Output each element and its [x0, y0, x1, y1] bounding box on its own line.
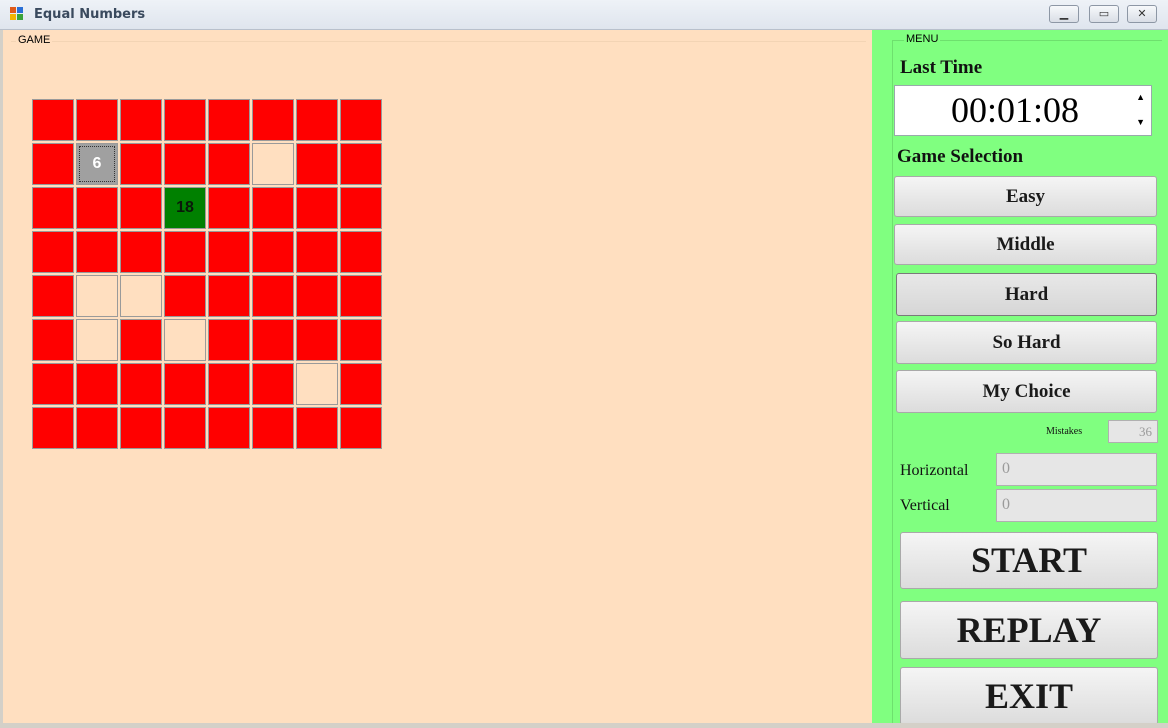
grid-cell-1-6[interactable]	[296, 143, 338, 185]
easy-button[interactable]: Easy	[894, 176, 1157, 217]
grid-cell-7-2[interactable]	[120, 407, 162, 449]
close-icon[interactable]: ✕	[1127, 5, 1157, 23]
menu-group-border-left	[892, 40, 893, 723]
grid-cell-0-4[interactable]	[208, 99, 250, 141]
grid-cell-0-0[interactable]	[32, 99, 74, 141]
vertical-input[interactable]: 0	[996, 489, 1157, 522]
grid-cell-6-7[interactable]	[340, 363, 382, 405]
grid-cell-5-4[interactable]	[208, 319, 250, 361]
grid-cell-1-0[interactable]	[32, 143, 74, 185]
grid-cell-5-1	[76, 319, 118, 361]
grid-cell-4-5[interactable]	[252, 275, 294, 317]
grid-cell-3-3[interactable]	[164, 231, 206, 273]
grid-cell-5-3	[164, 319, 206, 361]
title-bar: Equal Numbers ▁ ▭ ✕	[0, 0, 1168, 30]
grid-cell-3-4[interactable]	[208, 231, 250, 273]
menu-panel: MENU Last Time 00:01:08 ▲ ▼ Game Selecti…	[872, 30, 1168, 725]
grid-cell-1-3[interactable]	[164, 143, 206, 185]
game-selection-label: Game Selection	[897, 146, 1024, 167]
last-time-label: Last Time	[900, 57, 983, 78]
grid-cell-7-1[interactable]	[76, 407, 118, 449]
vertical-label: Vertical	[900, 497, 950, 514]
grid-cell-0-3[interactable]	[164, 99, 206, 141]
maximize-icon[interactable]: ▭	[1089, 5, 1119, 23]
last-time-value: 00:01:08	[950, 90, 1079, 130]
grid-cell-7-4[interactable]	[208, 407, 250, 449]
grid-cell-0-6[interactable]	[296, 99, 338, 141]
hard-button[interactable]: Hard	[896, 273, 1157, 316]
grid-cell-2-4[interactable]	[208, 187, 250, 229]
grid-cell-6-1[interactable]	[76, 363, 118, 405]
grid-cell-1-5	[252, 143, 294, 185]
grid-cell-7-6[interactable]	[296, 407, 338, 449]
so-hard-button[interactable]: So Hard	[896, 321, 1157, 364]
middle-button[interactable]: Middle	[894, 224, 1157, 265]
start-button[interactable]: START	[900, 532, 1158, 589]
grid-cell-1-2[interactable]	[120, 143, 162, 185]
grid-cell-6-4[interactable]	[208, 363, 250, 405]
grid-cell-4-3[interactable]	[164, 275, 206, 317]
app-icon	[10, 7, 24, 21]
grid-cell-4-7[interactable]	[340, 275, 382, 317]
window-title: Equal Numbers	[34, 7, 146, 22]
grid-cell-2-7[interactable]	[340, 187, 382, 229]
grid-cell-3-5[interactable]	[252, 231, 294, 273]
grid-cell-7-5[interactable]	[252, 407, 294, 449]
horizontal-label: Horizontal	[900, 462, 969, 479]
grid-cell-6-6	[296, 363, 338, 405]
my-choice-button[interactable]: My Choice	[896, 370, 1157, 413]
spin-up-icon[interactable]: ▲	[1136, 92, 1145, 102]
grid-cell-6-5[interactable]	[252, 363, 294, 405]
grid-cell-1-1[interactable]: 6	[76, 143, 118, 185]
minimize-icon[interactable]: ▁	[1049, 5, 1079, 23]
game-panel: GAME 6 18	[3, 30, 872, 723]
window-bottom-border	[0, 723, 1168, 728]
mistakes-label: Mistakes	[1046, 426, 1083, 437]
game-group-border	[11, 41, 866, 42]
grid-cell-2-6[interactable]	[296, 187, 338, 229]
horizontal-input[interactable]: 0	[996, 453, 1157, 486]
spin-down-icon[interactable]: ▼	[1136, 117, 1145, 127]
grid-cell-4-6[interactable]	[296, 275, 338, 317]
grid-cell-5-7[interactable]	[340, 319, 382, 361]
game-legend: GAME	[16, 34, 53, 46]
grid-cell-5-2[interactable]	[120, 319, 162, 361]
last-time-display[interactable]: 00:01:08 ▲ ▼	[894, 85, 1152, 136]
grid-cell-4-0[interactable]	[32, 275, 74, 317]
game-grid: 6 18	[32, 99, 382, 449]
mistakes-field: 36	[1108, 420, 1158, 443]
grid-cell-3-7[interactable]	[340, 231, 382, 273]
grid-cell-1-4[interactable]	[208, 143, 250, 185]
grid-cell-5-6[interactable]	[296, 319, 338, 361]
grid-cell-4-1	[76, 275, 118, 317]
grid-cell-2-5[interactable]	[252, 187, 294, 229]
grid-cell-5-5[interactable]	[252, 319, 294, 361]
grid-cell-0-2[interactable]	[120, 99, 162, 141]
grid-cell-5-0[interactable]	[32, 319, 74, 361]
grid-cell-2-0[interactable]	[32, 187, 74, 229]
grid-cell-3-1[interactable]	[76, 231, 118, 273]
grid-cell-2-1[interactable]	[76, 187, 118, 229]
grid-cell-3-2[interactable]	[120, 231, 162, 273]
grid-cell-7-7[interactable]	[340, 407, 382, 449]
replay-button[interactable]: REPLAY	[900, 601, 1158, 659]
grid-cell-0-1[interactable]	[76, 99, 118, 141]
grid-cell-3-0[interactable]	[32, 231, 74, 273]
grid-cell-0-7[interactable]	[340, 99, 382, 141]
grid-cell-7-3[interactable]	[164, 407, 206, 449]
exit-button[interactable]: EXIT	[900, 667, 1158, 725]
grid-cell-6-0[interactable]	[32, 363, 74, 405]
grid-cell-6-3[interactable]	[164, 363, 206, 405]
grid-cell-3-6[interactable]	[296, 231, 338, 273]
grid-cell-4-2	[120, 275, 162, 317]
grid-cell-6-2[interactable]	[120, 363, 162, 405]
grid-cell-2-3[interactable]: 18	[164, 187, 206, 229]
grid-cell-1-7[interactable]	[340, 143, 382, 185]
grid-cell-2-2[interactable]	[120, 187, 162, 229]
grid-cell-7-0[interactable]	[32, 407, 74, 449]
grid-cell-4-4[interactable]	[208, 275, 250, 317]
menu-legend: MENU	[904, 33, 941, 45]
grid-cell-0-5[interactable]	[252, 99, 294, 141]
